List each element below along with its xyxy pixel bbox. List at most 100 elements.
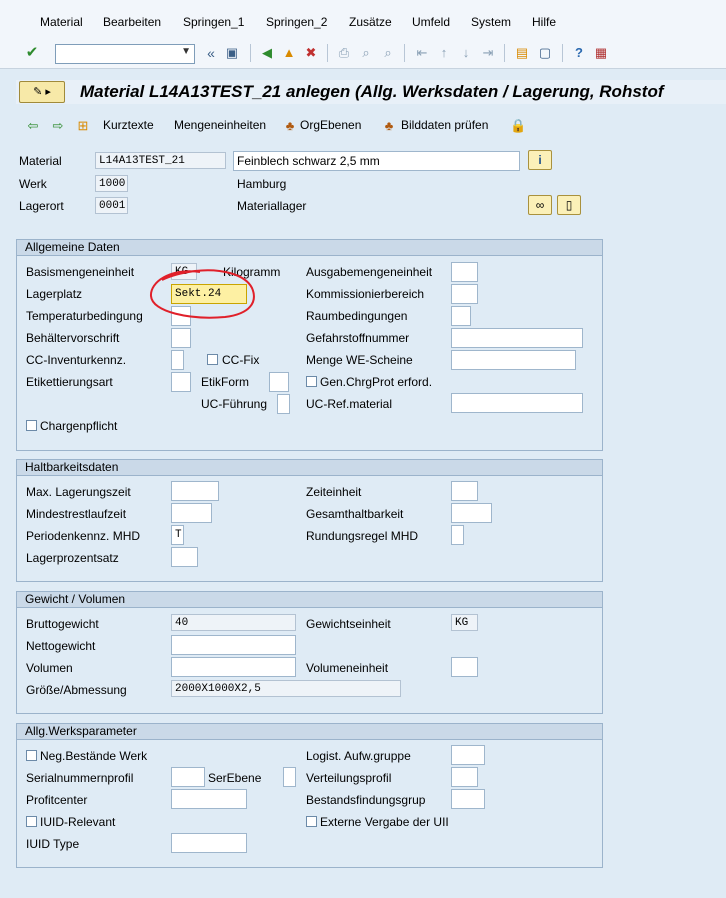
uc-ref-material-field[interactable] [451, 393, 583, 413]
kommissionierbereich-field[interactable] [451, 284, 478, 304]
etikettierungsart-field[interactable] [171, 372, 191, 392]
iuid-relevant-checkbox[interactable] [26, 816, 37, 827]
nettogewicht-field[interactable] [171, 635, 296, 655]
lagerplatz-field[interactable]: Sekt.24 [171, 284, 247, 304]
volumen-field[interactable] [171, 657, 296, 677]
menge-we-scheine-field[interactable] [451, 350, 576, 370]
werk-field: 1000 [95, 175, 128, 192]
iuid-type-field[interactable] [171, 833, 247, 853]
previous-screen-icon[interactable]: ⇦ [25, 118, 41, 134]
verteilungsprofil-field[interactable] [451, 767, 478, 787]
profitcenter-label: Profitcenter [26, 793, 88, 807]
menu-bearbeiten[interactable]: Bearbeiten [103, 15, 161, 29]
lock-icon[interactable]: 🔒 [510, 118, 526, 134]
periodenkennz-field[interactable]: T [171, 525, 184, 545]
mindestrestlaufzeit-label: Mindestrestlaufzeit [26, 507, 127, 521]
gesamthaltbarkeit-field[interactable] [451, 503, 492, 523]
customize-layout-icon[interactable]: ▦ [593, 45, 609, 61]
behaeltervorschrift-field[interactable] [171, 328, 191, 348]
ausgabemengeneinheit-field[interactable] [451, 262, 478, 282]
chevron-down-icon[interactable]: ▼ [181, 46, 191, 57]
first-page-icon[interactable]: ⇤ [414, 45, 430, 61]
separator [327, 44, 328, 62]
nettogewicht-label: Nettogewicht [26, 639, 96, 653]
group-title: Haltbarkeitsdaten [17, 460, 602, 476]
serebene-field[interactable] [283, 767, 296, 787]
volumeneinheit-label: Volumeneinheit [306, 661, 389, 675]
cc-fix-checkbox[interactable] [207, 354, 218, 365]
back-icon[interactable]: ◀ [259, 45, 275, 61]
temperaturbedingung-label: Temperaturbedingung [26, 309, 143, 323]
display-change-button[interactable]: ✎ ▸ [19, 81, 65, 103]
menu-zusaetze[interactable]: Zusätze [349, 15, 392, 29]
bestandsfindungsgrup-field[interactable] [451, 789, 485, 809]
gewichtseinheit-field: KG [451, 614, 478, 631]
last-page-icon[interactable]: ⇥ [480, 45, 496, 61]
material-label: Material [19, 154, 62, 168]
menu-springen-2[interactable]: Springen_2 [266, 15, 327, 29]
chargenpflicht-checkbox[interactable] [26, 420, 37, 431]
bilddaten-pruefen-button[interactable]: Bilddaten prüfen [401, 118, 488, 132]
uc-fuehrung-field[interactable] [277, 394, 290, 414]
separator [404, 44, 405, 62]
serialnummernprofil-label: Serialnummernprofil [26, 771, 134, 785]
raumbedingungen-field[interactable] [451, 306, 471, 326]
cc-fix-label: CC-Fix [222, 353, 260, 367]
shortcut-icon[interactable]: ▢ [537, 45, 553, 61]
neg-bestaende-checkbox[interactable] [26, 750, 37, 761]
next-screen-icon[interactable]: ⇨ [50, 118, 66, 134]
menubar: Material Bearbeiten Springen_1 Springen_… [0, 0, 726, 40]
check-screen-data-icon[interactable]: ♣ [381, 118, 397, 134]
org-levels-icon[interactable]: ♣ [282, 118, 298, 134]
serialnummernprofil-field[interactable] [171, 767, 205, 787]
exit-icon[interactable]: ▲ [281, 45, 297, 61]
profitcenter-field[interactable] [171, 789, 247, 809]
menu-system[interactable]: System [471, 15, 511, 29]
rundungsregel-label: Rundungsregel MHD [306, 529, 419, 543]
find-icon[interactable]: ⌕ [358, 45, 374, 61]
temperaturbedingung-field[interactable] [171, 306, 191, 326]
glasses-button[interactable]: ∞ [528, 195, 552, 215]
next-page-icon[interactable]: ↓ [458, 45, 474, 61]
gefahrstoffnummer-field[interactable] [451, 328, 583, 348]
menu-umfeld[interactable]: Umfeld [412, 15, 450, 29]
lagerort-label: Lagerort [19, 199, 64, 213]
enter-check-icon[interactable]: ✔ [24, 45, 40, 61]
volumeneinheit-field[interactable] [451, 657, 478, 677]
find-next-icon[interactable]: ⌕ [380, 45, 396, 61]
zeiteinheit-field[interactable] [451, 481, 478, 501]
document-button[interactable]: ▯ [557, 195, 581, 215]
gen-chrgprot-checkbox[interactable] [306, 376, 317, 387]
lagerprozentsatz-label: Lagerprozentsatz [26, 551, 119, 565]
menu-material[interactable]: Material [40, 15, 83, 29]
kurztexte-button[interactable]: Kurztexte [103, 118, 154, 132]
logist-aufw-gruppe-field[interactable] [451, 745, 485, 765]
etikform-label: EtikForm [201, 375, 249, 389]
print-icon[interactable]: ⎙ [336, 45, 352, 61]
lagerprozentsatz-field[interactable] [171, 547, 198, 567]
externe-vergabe-checkbox[interactable] [306, 816, 317, 827]
cc-inventur-field[interactable] [171, 350, 184, 370]
werk-label: Werk [19, 177, 47, 191]
max-lagerungszeit-field[interactable] [171, 481, 219, 501]
material-description-field[interactable]: Feinblech schwarz 2,5 mm [233, 151, 520, 171]
additional-data-icon[interactable]: ⊞ [75, 118, 91, 134]
mindestrestlaufzeit-field[interactable] [171, 503, 212, 523]
etikform-field[interactable] [269, 372, 289, 392]
menu-springen-1[interactable]: Springen_1 [183, 15, 244, 29]
orgebenen-button[interactable]: OrgEbenen [300, 118, 361, 132]
gesamthaltbarkeit-label: Gesamthaltbarkeit [306, 507, 404, 521]
create-session-icon[interactable]: ▤ [514, 45, 530, 61]
previous-page-icon[interactable]: ↑ [436, 45, 452, 61]
basismengeneinheit-label: Basismengeneinheit [26, 265, 135, 279]
save-icon[interactable]: ▣ [224, 45, 240, 61]
collapse-command-icon[interactable]: « [203, 45, 219, 61]
mengeneinheiten-button[interactable]: Mengeneinheiten [174, 118, 266, 132]
rundungsregel-field[interactable] [451, 525, 464, 545]
cancel-icon[interactable]: ✖ [303, 45, 319, 61]
menu-hilfe[interactable]: Hilfe [532, 15, 556, 29]
info-button[interactable]: i [528, 150, 552, 170]
uc-fuehrung-label: UC-Führung [201, 397, 268, 411]
command-field[interactable]: ▼ [55, 44, 195, 64]
help-icon[interactable]: ? [571, 45, 587, 61]
